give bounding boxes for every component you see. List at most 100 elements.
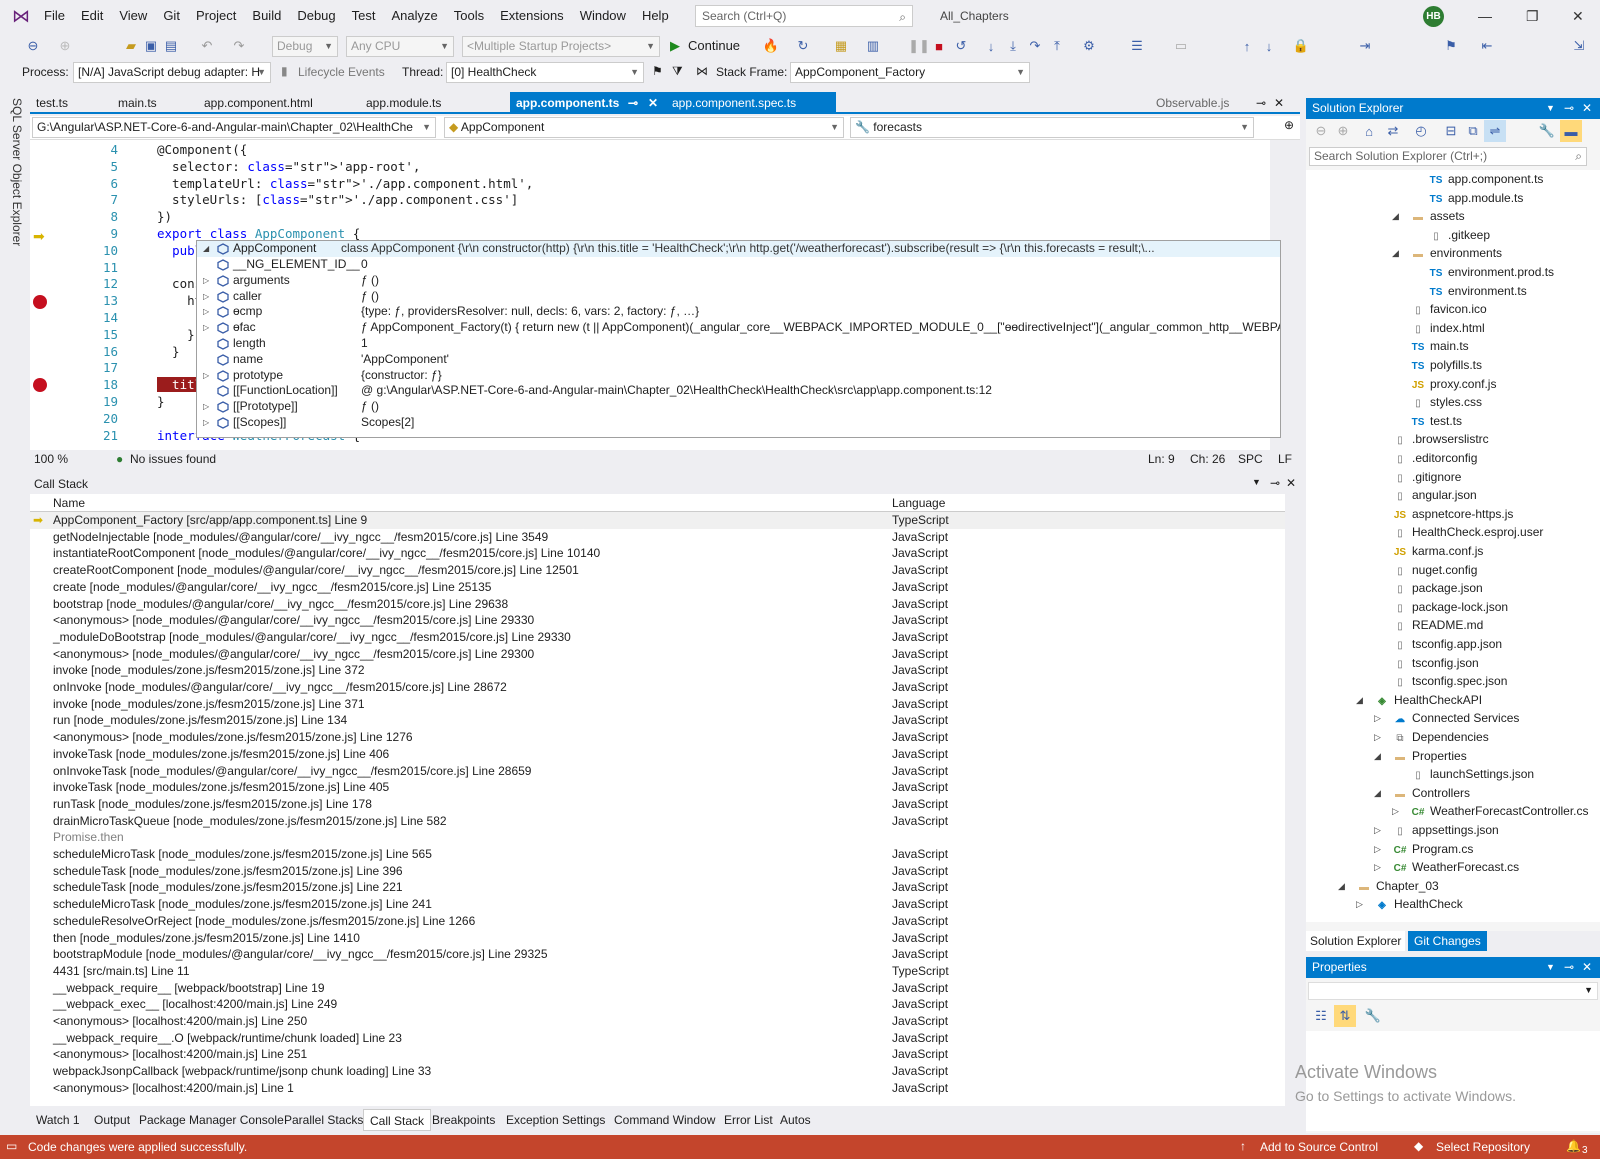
menu-file[interactable]: File bbox=[36, 0, 73, 32]
tree-item[interactable]: ▯ .gitignore bbox=[1392, 468, 1461, 487]
column-header-name[interactable]: Name bbox=[53, 494, 85, 512]
tree-item[interactable]: TS polyfills.ts bbox=[1410, 356, 1482, 375]
collapsed-icon[interactable]: ▷ bbox=[1374, 840, 1381, 859]
expanded-icon[interactable]: ◢ bbox=[1374, 784, 1381, 803]
table-row[interactable]: scheduleMicroTask [node_modules/zone.js/… bbox=[30, 846, 1285, 863]
tab-exception-settings[interactable]: Exception Settings bbox=[500, 1109, 611, 1131]
tab-app-component-spec-ts[interactable]: app.component.spec.ts bbox=[666, 92, 836, 114]
tab-solution-explorer[interactable]: Solution Explorer bbox=[1306, 931, 1406, 951]
table-row[interactable]: scheduleTask [node_modules/zone.js/fesm2… bbox=[30, 863, 1285, 880]
line-ending[interactable]: LF bbox=[1278, 452, 1292, 466]
continue-button[interactable]: Continue bbox=[688, 38, 740, 53]
forward-icon[interactable]: ⊕ bbox=[1332, 120, 1354, 142]
startup-select[interactable]: <Multiple Startup Projects> ▼ bbox=[462, 36, 660, 57]
collapsed-icon[interactable]: ▷ bbox=[1392, 802, 1399, 821]
table-row[interactable]: getNodeInjectable [node_modules/@angular… bbox=[30, 529, 1285, 546]
tree-item[interactable]: TS environment.ts bbox=[1428, 282, 1527, 301]
datatip-row[interactable]: ▷ caller ƒ () bbox=[197, 289, 1280, 305]
expanded-icon[interactable]: ◢ bbox=[1392, 207, 1399, 226]
indent-icon[interactable]: ⇥ bbox=[1354, 35, 1376, 57]
tree-item[interactable]: ▯ favicon.ico bbox=[1410, 300, 1486, 319]
table-row[interactable]: scheduleResolveOrReject [node_modules/zo… bbox=[30, 913, 1285, 930]
close-icon[interactable]: ✕ bbox=[1582, 98, 1592, 119]
table-row[interactable]: run [node_modules/zone.js/fesm2015/zone.… bbox=[30, 712, 1285, 729]
tree-item[interactable]: ▯ package-lock.json bbox=[1392, 598, 1508, 617]
expand-icon[interactable]: ▷ bbox=[203, 307, 209, 316]
flag-icon[interactable]: ⚑ bbox=[652, 64, 663, 78]
member-select[interactable]: 🔧 forecasts ▼ bbox=[850, 117, 1254, 138]
table-row[interactable]: bootstrap [node_modules/@angular/core/__… bbox=[30, 596, 1285, 613]
tab-test-ts[interactable]: test.ts bbox=[30, 92, 108, 114]
collapsed-icon[interactable]: ▷ bbox=[1374, 858, 1381, 877]
breakpoint-icon[interactable] bbox=[33, 295, 47, 309]
expanded-icon[interactable]: ◢ bbox=[1338, 877, 1345, 896]
close-icon[interactable]: ✕ bbox=[1572, 8, 1584, 25]
step-into-icon[interactable]: ⤓ bbox=[1002, 35, 1024, 57]
menu-window[interactable]: Window bbox=[572, 0, 634, 32]
menu-help[interactable]: Help bbox=[634, 0, 677, 32]
tree-item[interactable]: ▯ tsconfig.spec.json bbox=[1392, 672, 1507, 691]
platform-select[interactable]: Any CPU ▼ bbox=[346, 36, 454, 57]
back-icon[interactable]: ⊖ bbox=[22, 35, 44, 57]
save-icon[interactable]: ▣ bbox=[140, 35, 162, 57]
collapse-icon[interactable]: ◢ bbox=[203, 244, 209, 253]
save-all-icon[interactable]: ▤ bbox=[160, 35, 182, 57]
tab-parallel-stacks[interactable]: Parallel Stacks bbox=[278, 1109, 369, 1131]
redo-icon[interactable]: ↷ bbox=[228, 35, 250, 57]
tab-output[interactable]: Output bbox=[88, 1109, 136, 1131]
menu-build[interactable]: Build bbox=[244, 0, 289, 32]
bookmark-icon[interactable]: ⚑ bbox=[1440, 35, 1462, 57]
expand-icon[interactable]: ▷ bbox=[203, 292, 209, 301]
menu-analyze[interactable]: Analyze bbox=[383, 0, 445, 32]
table-row[interactable]: <anonymous> [node_modules/@angular/core/… bbox=[30, 646, 1285, 663]
properties-object-select[interactable]: ▼ bbox=[1308, 982, 1598, 1000]
chevron-down-icon[interactable]: ▼ bbox=[1546, 957, 1555, 978]
menu-project[interactable]: Project bbox=[188, 0, 244, 32]
lifecycle-events-button[interactable]: Lifecycle Events bbox=[298, 65, 385, 79]
table-row[interactable]: instantiateRootComponent [node_modules/@… bbox=[30, 545, 1285, 562]
class-select[interactable]: ◆ AppComponent ▼ bbox=[444, 117, 844, 138]
table-row[interactable]: create [node_modules/@angular/core/__ivy… bbox=[30, 579, 1285, 596]
categorized-icon[interactable]: ☷ bbox=[1310, 1005, 1332, 1027]
expand-icon[interactable]: ▷ bbox=[203, 418, 209, 427]
tree-item[interactable]: ▷ ⧉ Dependencies bbox=[1374, 728, 1489, 747]
tab-app-component-html[interactable]: app.component.html bbox=[198, 92, 358, 114]
properties-icon[interactable]: 🔧 bbox=[1536, 120, 1558, 142]
up-icon[interactable]: ↑ bbox=[1236, 35, 1258, 57]
table-row[interactable]: 4431 [src/main.ts] Line 11 TypeScript bbox=[30, 963, 1285, 980]
switch-views-icon[interactable]: ⇄ bbox=[1382, 120, 1404, 142]
whitespace-mode[interactable]: SPC bbox=[1238, 452, 1263, 466]
datatip-row[interactable]: ▷ ɵcmp {type: ƒ, providersResolver: null, … bbox=[197, 304, 1280, 320]
expand-icon[interactable]: ▷ bbox=[203, 402, 209, 411]
alphabetical-icon[interactable]: ⇅ bbox=[1334, 1005, 1356, 1027]
tree-item[interactable]: ▯ tsconfig.app.json bbox=[1392, 635, 1502, 654]
layout-icon[interactable]: ▥ bbox=[862, 35, 884, 57]
undo-icon[interactable]: ↶ bbox=[196, 35, 218, 57]
threads-icon[interactable]: ☰ bbox=[1126, 35, 1148, 57]
tree-item[interactable]: ▷ ☁ Connected Services bbox=[1374, 709, 1519, 728]
table-row[interactable]: invoke [node_modules/zone.js/fesm2015/zo… bbox=[30, 662, 1285, 679]
datatip-row[interactable]: [[FunctionLocation]] @ g:\Angular\ASP.NET… bbox=[197, 383, 1280, 399]
collapsed-icon[interactable]: ▷ bbox=[1374, 709, 1381, 728]
table-row[interactable]: invokeTask [node_modules/zone.js/fesm201… bbox=[30, 746, 1285, 763]
call-stack-grid[interactable]: Name Language ➡ AppComponent_Factory [src… bbox=[30, 494, 1285, 1106]
tree-item[interactable]: ▷ C# WeatherForecastController.cs bbox=[1392, 802, 1589, 821]
tree-item[interactable]: ▯ README.md bbox=[1392, 616, 1483, 635]
solution-tree[interactable]: TS app.component.ts TS app.module.ts ◢ ▬ asset… bbox=[1306, 170, 1600, 922]
tree-item[interactable]: ◢ ▬ assets bbox=[1392, 207, 1465, 226]
collapsed-icon[interactable]: ▷ bbox=[1374, 728, 1381, 747]
chevron-down-icon[interactable]: ▼ bbox=[1546, 98, 1555, 119]
tab-observable-js[interactable]: Observable.js ⊸ ✕ bbox=[1150, 92, 1300, 114]
expand-icon[interactable]: ▷ bbox=[203, 276, 209, 285]
comment-icon[interactable]: ▭ bbox=[1170, 35, 1192, 57]
tab-call-stack[interactable]: Call Stack bbox=[363, 1109, 432, 1131]
close-tab-icon[interactable]: ✕ bbox=[648, 92, 658, 114]
menu-edit[interactable]: Edit bbox=[73, 0, 111, 32]
table-row[interactable]: __webpack_exec__ [localhost:4200/main.js… bbox=[30, 996, 1285, 1013]
tab-package-manager-console[interactable]: Package Manager Console bbox=[133, 1109, 290, 1131]
step-over-icon[interactable]: ↷ bbox=[1024, 35, 1046, 57]
datatip-row[interactable]: ▷ [[Scopes]] Scopes[2] bbox=[197, 415, 1280, 431]
table-row[interactable]: onInvokeTask [node_modules/@angular/core… bbox=[30, 763, 1285, 780]
collapse-all-icon[interactable]: ⊟ bbox=[1440, 120, 1462, 142]
datatip-header-row[interactable]: ◢ AppComponent class AppComponent {\r\n … bbox=[197, 241, 1280, 257]
